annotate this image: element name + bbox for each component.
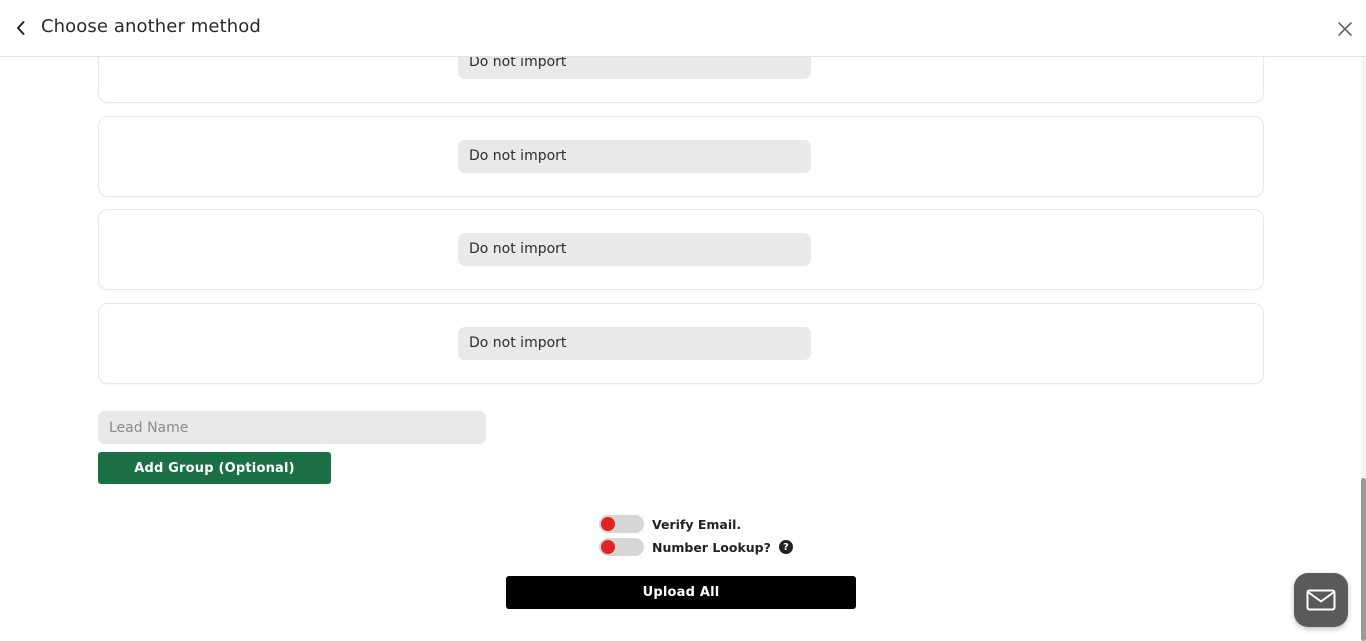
mapping-row: Do not import: [98, 116, 1264, 197]
column-mapping-select[interactable]: Do not import: [458, 327, 811, 360]
number-lookup-toggle-row: Number Lookup? ?: [599, 538, 793, 556]
contact-mail-button[interactable]: [1294, 573, 1348, 627]
verify-email-toggle[interactable]: [599, 515, 644, 533]
close-button[interactable]: [1334, 18, 1356, 40]
toggle-knob: [601, 517, 615, 531]
lead-name-input[interactable]: [98, 411, 486, 444]
verify-email-label: Verify Email.: [652, 516, 742, 532]
column-mapping-select[interactable]: Do not import: [458, 57, 811, 79]
modal-content: Do not import Do not import Do not impor…: [0, 57, 1361, 641]
close-icon: [1338, 22, 1352, 36]
verify-email-toggle-row: Verify Email.: [599, 515, 741, 533]
page-title: Choose another method: [41, 16, 261, 37]
question-circle-icon[interactable]: ?: [778, 540, 793, 554]
mapping-row: Do not import: [98, 209, 1264, 290]
modal-header: Choose another method: [0, 0, 1366, 57]
number-lookup-label: Number Lookup?: [652, 539, 771, 555]
column-mapping-select[interactable]: Do not import: [458, 233, 811, 266]
column-mapping-select[interactable]: Do not import: [458, 140, 811, 173]
mapping-row: Do not import: [98, 303, 1264, 384]
number-lookup-toggle[interactable]: [599, 538, 644, 556]
add-group-button[interactable]: Add Group (Optional): [98, 452, 331, 484]
upload-all-button[interactable]: Upload All: [506, 576, 856, 609]
mail-icon: [1306, 589, 1336, 611]
back-button[interactable]: [10, 16, 32, 40]
toggle-knob: [601, 540, 615, 554]
scrollbar-thumb[interactable]: [1361, 478, 1366, 641]
mapping-row: Do not import: [98, 57, 1264, 103]
chevron-left-icon: [17, 21, 25, 35]
